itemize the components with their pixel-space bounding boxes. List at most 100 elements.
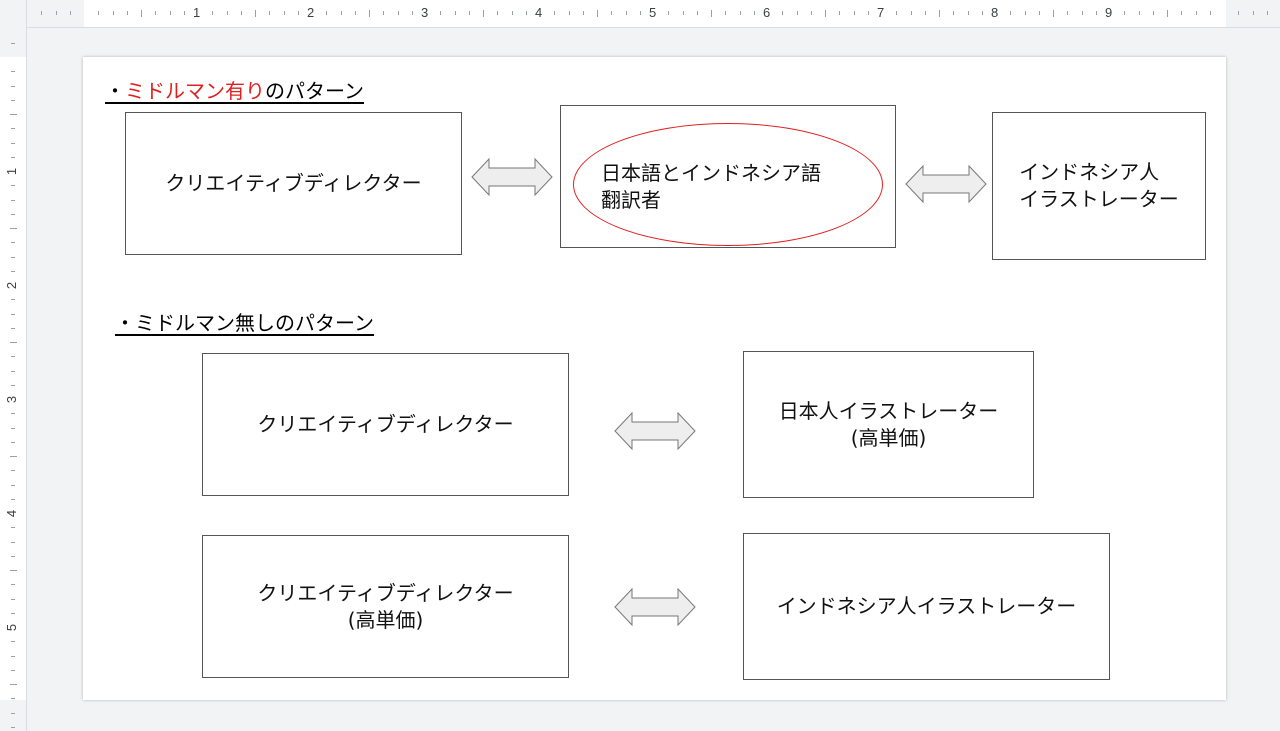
ruler-tick [412,11,413,15]
heading-highlight: ミドルマン有り [125,79,265,103]
ruler-tick [469,11,470,15]
ruler-tick [56,11,57,15]
ruler-tick [141,10,142,17]
ruler-tick [10,456,17,457]
indonesian-illustrator-box[interactable]: インドネシア人イラストレーター [743,533,1110,680]
ruler-tick [740,11,741,15]
ruler-tick [11,485,15,486]
ruler-tick [11,499,15,500]
box-label: クリエイティブディレクター [165,171,422,195]
ruler-tick [11,442,15,443]
ruler-tick [953,11,954,15]
ruler-number: 5 [4,623,20,632]
ruler-tick [825,10,826,17]
ruler-tick [11,727,15,728]
ruler-tick [483,10,484,17]
indonesian-illustrator-text: インドネシア人 イラストレーター [1019,159,1179,213]
ruler-tick [611,11,612,15]
ruler-tick [569,11,570,15]
ruler-tick [11,698,15,699]
ruler-tick [754,11,755,15]
ruler-tick [11,613,15,614]
slide-canvas[interactable]: ・ミドルマン有りのパターン クリエイティブディレクター 日本語とインドネシア語 … [83,57,1226,700]
ruler-tick [668,11,669,15]
creative-director-box[interactable]: クリエイティブディレクター (高単価) [202,535,569,678]
ruler-tick [113,11,114,15]
ruler-tick [1082,11,1083,15]
ruler-number: 9 [1105,5,1113,20]
heading-with-middleman[interactable]: ・ミドルマン有りのパターン [105,75,364,104]
illustrator-line1: インドネシア人 [1019,160,1160,184]
illustrator-line2: (高単価) [850,425,927,450]
ruler-tick [1096,11,1097,15]
ruler-tick [782,11,783,15]
illustrator-line1: 日本人イラストレーター [778,398,999,423]
ruler-tick [11,100,15,101]
ruler-tick [326,11,327,15]
ruler-tick [1067,11,1068,15]
ruler-number: 4 [535,5,543,20]
director-line2: (高単価) [347,607,424,632]
heading-without-middleman[interactable]: ・ミドルマン無しのパターン [115,307,374,336]
ruler-tick [440,11,441,15]
ruler-tick [512,11,513,15]
ruler-tick [11,556,15,557]
bidirectional-arrow-icon[interactable] [614,412,696,450]
ruler-tick [896,11,897,15]
ruler-tick [11,128,15,129]
ruler-tick [597,10,598,17]
ruler-tick [626,11,627,15]
ruler-tick [1139,11,1140,15]
ruler-number: 3 [4,395,20,404]
ruler-tick [11,527,15,528]
ruler-number: 3 [421,5,429,20]
ruler-tick [1167,10,1168,17]
ruler-tick [711,10,712,17]
highlight-ellipse[interactable] [573,123,883,246]
indonesian-illustrator-box[interactable]: インドネシア人 イラストレーター [992,112,1206,260]
ruler-tick [11,713,15,714]
ruler-tick [341,11,342,15]
ruler-tick [11,356,15,357]
ruler-tick [811,11,812,15]
japanese-illustrator-text: 日本人イラストレーター (高単価) [779,398,999,452]
ruler-tick [697,11,698,15]
japanese-illustrator-box[interactable]: 日本人イラストレーター (高単価) [743,351,1034,498]
ruler-tick [383,11,384,15]
ruler-number: 8 [991,5,999,20]
ruler-number: 7 [877,5,885,20]
ruler-tick [170,11,171,15]
ruler-tick [227,11,228,15]
ruler-tick [284,11,285,15]
ruler-tick [839,11,840,15]
creative-director-box[interactable]: クリエイティブディレクター [202,353,569,496]
ruler-tick [797,11,798,15]
ruler-tick [11,670,15,671]
ruler-tick [11,314,15,315]
horizontal-ruler[interactable]: 1 2 3 4 5 6 7 8 9 [0,0,1280,28]
ruler-tick [554,11,555,15]
ruler-tick [1210,11,1211,15]
ruler-tick [70,11,71,15]
creative-director-box[interactable]: クリエイティブディレクター [125,112,462,255]
bidirectional-arrow-icon[interactable] [905,165,987,203]
ruler-tick [1053,10,1054,17]
vertical-ruler[interactable]: 1 2 3 4 5 [0,27,27,731]
ruler-tick [1153,11,1154,15]
ruler-tick [241,11,242,15]
ruler-tick [11,242,15,243]
ruler-number: 5 [649,5,657,20]
box-label: インドネシア人イラストレーター [776,594,1077,618]
ruler-tick [11,214,15,215]
ruler-tick [369,10,370,17]
ruler-tick [11,43,15,44]
ruler-tick [11,185,15,186]
ruler-tick [683,11,684,15]
ruler-tick [11,143,15,144]
director-line1: クリエイティブディレクター [257,580,514,605]
bidirectional-arrow-icon[interactable] [614,588,696,626]
bidirectional-arrow-icon[interactable] [471,158,553,196]
ruler-tick [255,10,256,17]
ruler-tick [497,11,498,15]
heading-bullet: ・ [105,79,125,103]
